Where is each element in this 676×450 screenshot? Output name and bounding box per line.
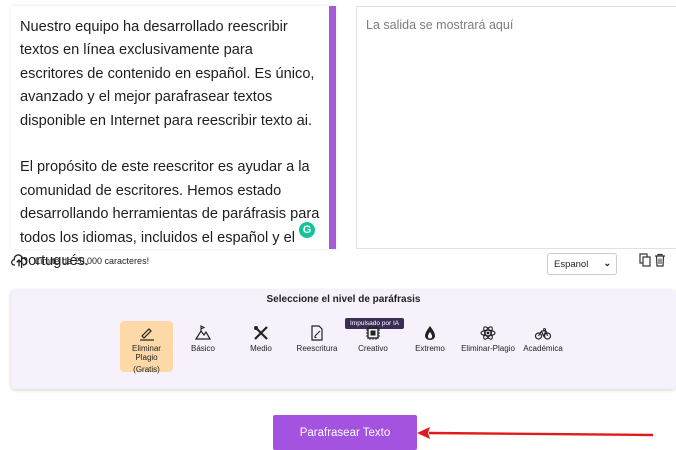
mode-label: Creativo [358, 344, 388, 353]
trash-icon[interactable] [654, 253, 666, 267]
char-limit-text: Límite de 20,000 caracteres! [35, 256, 150, 266]
mode-label: Reescritura [296, 344, 338, 353]
bicycle-icon [535, 327, 551, 340]
copy-icon[interactable] [639, 253, 651, 267]
tools-icon [254, 326, 268, 340]
mode-eliminar-plagio-ia[interactable]: Eliminar-Plagio [458, 321, 518, 372]
mode-creativo[interactable]: Creativo [349, 321, 397, 372]
input-text[interactable]: Nuestro equipo ha desarrollado reescribi… [20, 16, 320, 273]
cloud-upload-icon[interactable] [11, 254, 27, 268]
mode-label: Eliminar-Plagio [461, 344, 515, 353]
grammarly-icon[interactable]: G [299, 222, 315, 238]
output-textarea[interactable]: La salida se mostrará aquí [356, 6, 676, 249]
chip-icon [366, 326, 380, 340]
mode-label: Eliminar Plagio [132, 344, 161, 362]
mode-label: Extremo [415, 344, 445, 353]
language-select[interactable]: Espanol ⌄ [547, 253, 617, 275]
output-placeholder: La salida se mostrará aquí [366, 18, 514, 32]
paraphrase-level-panel: Seleccione el nivel de paráfrasis Impuls… [11, 290, 676, 389]
edit-document-icon [311, 325, 323, 341]
language-selected: Espanol [554, 259, 589, 270]
mode-basico[interactable]: Básico [179, 321, 227, 372]
mode-extremo[interactable]: Extremo [406, 321, 454, 372]
mode-academica[interactable]: Académica [518, 321, 568, 372]
flame-icon [425, 326, 435, 340]
mode-label: Académica [523, 344, 563, 353]
red-arrow-annotation [417, 427, 654, 439]
mode-label: Medio [250, 344, 272, 353]
mode-medio[interactable]: Medio [237, 321, 285, 372]
mode-sublabel: (Gratis) [133, 365, 160, 374]
mode-eliminar-plagio[interactable]: Eliminar Plagio (Gratis) [120, 321, 173, 374]
mode-reescritura[interactable]: Reescritura [292, 321, 342, 372]
mode-label: Básico [190, 344, 215, 353]
input-textarea[interactable]: Nuestro equipo ha desarrollado reescribi… [11, 6, 336, 269]
mountain-flag-icon [195, 325, 211, 340]
level-title: Seleccione el nivel de paráfrasis [266, 294, 421, 305]
atom-icon [480, 326, 496, 340]
pen-signature-icon [139, 328, 154, 341]
paraphrase-button[interactable]: Parafrasear Texto [273, 415, 417, 450]
chevron-down-icon: ⌄ [603, 258, 611, 268]
